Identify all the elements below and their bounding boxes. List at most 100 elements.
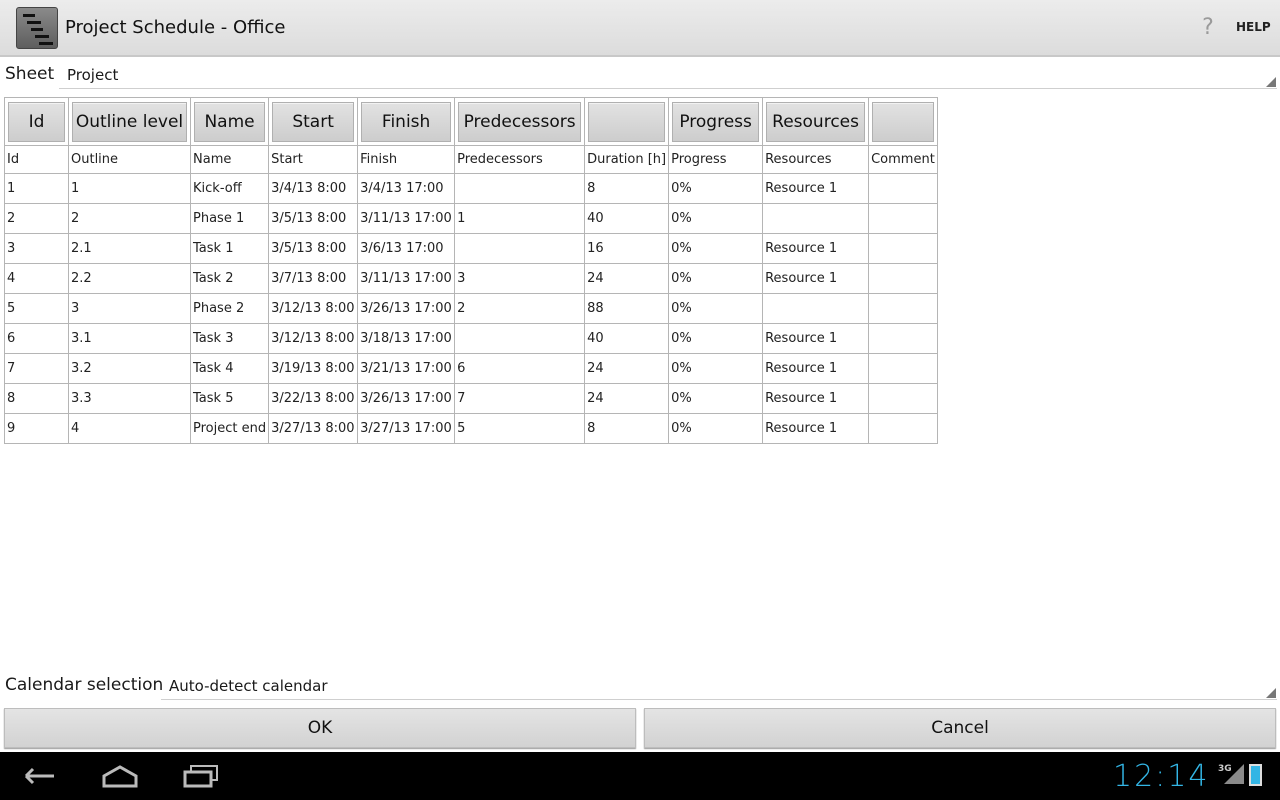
table-cell: [868, 203, 938, 234]
table-cell: 16: [584, 233, 670, 264]
table-cell: Resource 1: [762, 383, 870, 414]
table-cell: 3/26/13 17:00: [357, 293, 456, 324]
table-cell: 0%: [668, 203, 764, 234]
table-cell: Resource 1: [762, 353, 870, 384]
column-mapping-button[interactable]: Outline level: [72, 101, 187, 142]
table-cell: 0%: [668, 323, 764, 354]
sheet-label: Sheet: [5, 64, 55, 84]
table-cell: Task 1: [189, 233, 270, 264]
table-cell: 6: [4, 323, 69, 354]
table-cell: 3/11/13 17:00: [357, 203, 456, 234]
table-cell: 3/11/13 17:00: [357, 263, 456, 294]
table-cell: 0%: [668, 263, 764, 294]
source-header-row: Id Outline Name Start Finish Predecessors Dura…: [4, 145, 938, 174]
table-cell: 24: [584, 353, 670, 384]
table-cell: 3/19/13 8:00: [268, 353, 359, 384]
signal-icon: [1224, 764, 1244, 784]
gantt-app-icon[interactable]: [16, 7, 58, 49]
table-row: 2 2 Phase 1 3/5/13 8:00 3/11/13 17:00 1 40 0%: [4, 203, 938, 234]
table-cell: [868, 413, 938, 444]
table-cell: [868, 263, 938, 294]
table-cell: 3: [454, 263, 586, 294]
table-cell: 3: [68, 293, 191, 324]
app-title: Project Schedule - Office: [65, 17, 286, 38]
table-cell: 2.2: [68, 263, 191, 294]
table-row: 6 3.1 Task 3 3/12/13 8:00 3/18/13 17:00 40 0% R…: [4, 323, 938, 354]
table-cell: 40: [584, 203, 670, 234]
column-mapping-button[interactable]: Id: [8, 101, 65, 142]
column-mapping-button[interactable]: Start: [272, 101, 355, 142]
table-cell: [454, 173, 586, 204]
table-cell: 40: [584, 323, 670, 354]
table-cell: 3/12/13 8:00: [268, 323, 359, 354]
table-cell: 24: [584, 383, 670, 414]
help-icon[interactable]: ?: [1196, 14, 1220, 42]
home-icon[interactable]: [100, 764, 140, 788]
table-cell: 8: [584, 173, 670, 204]
column-mapping-button[interactable]: Predecessors: [458, 101, 582, 142]
table-cell: 7: [454, 383, 586, 414]
table-cell: 0%: [668, 383, 764, 414]
table-cell: Resource 1: [762, 263, 870, 294]
battery-icon: [1249, 764, 1262, 786]
recent-apps-icon[interactable]: [181, 764, 221, 788]
action-bar: Project Schedule - Office ? HELP: [0, 0, 1280, 57]
sheet-value: Project: [67, 66, 119, 84]
source-column-header: Name: [189, 145, 270, 174]
column-button-cell: Name: [189, 97, 270, 146]
column-mapping-button[interactable]: [588, 101, 666, 142]
calendar-dropdown[interactable]: Auto-detect calendar: [161, 673, 1277, 700]
table-row: 4 2.2 Task 2 3/7/13 8:00 3/11/13 17:00 3 24 0% R…: [4, 263, 938, 294]
table-cell: 88: [584, 293, 670, 324]
table-cell: 2: [68, 203, 191, 234]
table-cell: Phase 1: [189, 203, 270, 234]
column-button-cell: Outline level: [68, 97, 191, 146]
source-column-header: Comment: [868, 145, 938, 174]
system-nav-bar: 12:14 3G: [0, 752, 1280, 800]
dropdown-indicator-icon: [1266, 77, 1276, 87]
table-cell: [868, 323, 938, 354]
table-cell: [454, 233, 586, 264]
table-cell: 5: [4, 293, 69, 324]
table-row: 3 2.1 Task 1 3/5/13 8:00 3/6/13 17:00 16 0% Res…: [4, 233, 938, 264]
table-cell: 4: [68, 413, 191, 444]
help-button[interactable]: HELP: [1236, 20, 1271, 34]
table-cell: Task 2: [189, 263, 270, 294]
column-mapping-button[interactable]: Name: [194, 101, 266, 142]
table-cell: Phase 2: [189, 293, 270, 324]
table-row: 5 3 Phase 2 3/12/13 8:00 3/26/13 17:00 2 88 0%: [4, 293, 938, 324]
table-cell: [868, 383, 938, 414]
table-cell: 4: [4, 263, 69, 294]
source-column-header: Progress: [668, 145, 764, 174]
table-cell: 3/27/13 8:00: [268, 413, 359, 444]
table-cell: 3/27/13 17:00: [357, 413, 456, 444]
sheet-dropdown[interactable]: Project: [59, 62, 1277, 89]
back-icon[interactable]: [20, 764, 60, 788]
table-cell: 0%: [668, 293, 764, 324]
column-mapping-button[interactable]: Resources: [766, 101, 866, 142]
ok-button[interactable]: OK: [4, 708, 636, 748]
table-cell: Kick-off: [189, 173, 270, 204]
table-cell: 8: [4, 383, 69, 414]
table-cell: Resource 1: [762, 323, 870, 354]
table-cell: 0%: [668, 173, 764, 204]
table-cell: Resource 1: [762, 413, 870, 444]
column-button-cell: Predecessors: [454, 97, 586, 146]
table-cell: 3: [4, 233, 69, 264]
table-cell: 2.1: [68, 233, 191, 264]
column-button-cell: Progress: [668, 97, 764, 146]
table-cell: 5: [454, 413, 586, 444]
table-row: 8 3.3 Task 5 3/22/13 8:00 3/26/13 17:00 7 24 0%…: [4, 383, 938, 414]
table-cell: 3/18/13 17:00: [357, 323, 456, 354]
column-mapping-button[interactable]: Finish: [361, 101, 452, 142]
table-cell: [868, 353, 938, 384]
cancel-button[interactable]: Cancel: [644, 708, 1276, 748]
source-column-header: Start: [268, 145, 359, 174]
source-column-header: Duration [h]: [584, 145, 670, 174]
column-mapping-table: Id Outline level Name Start Finish Predecesso…: [4, 97, 938, 444]
table-row: 1 1 Kick-off 3/4/13 8:00 3/4/13 17:00 8 0% Reso…: [4, 173, 938, 204]
column-button-cell: Finish: [357, 97, 456, 146]
column-mapping-button[interactable]: Progress: [672, 101, 760, 142]
table-cell: 0%: [668, 413, 764, 444]
column-mapping-button[interactable]: [872, 101, 934, 142]
